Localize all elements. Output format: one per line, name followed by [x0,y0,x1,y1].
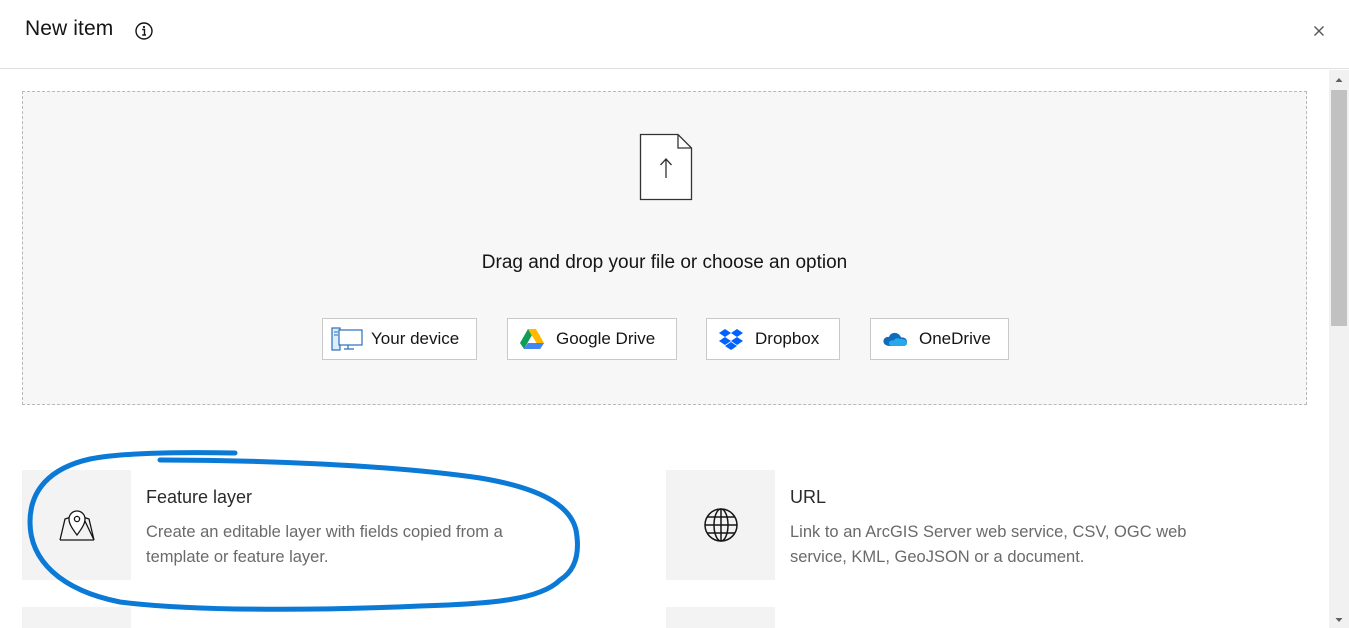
url-thumb [666,470,775,580]
item-type-url[interactable]: URL Link to an ArcGIS Server web service… [666,470,1226,582]
device-icon [323,319,371,359]
item-type-thumb-partial[interactable] [666,607,775,628]
dropbox-icon [707,319,755,359]
dialog-body: Drag and drop your file or choose an opt… [0,70,1327,628]
feature-layer-title: Feature layer [146,487,253,507]
info-icon[interactable] [134,21,154,41]
dialog-title: New item [25,17,114,40]
file-upload-icon [638,132,694,202]
dropbox-button[interactable]: Dropbox [706,318,840,360]
google-drive-button[interactable]: Google Drive [507,318,677,360]
google-drive-label: Google Drive [556,329,656,348]
dialog-header: New item [0,0,1349,69]
url-description: Link to an ArcGIS Server web service, CS… [790,523,1187,566]
dropzone-prompt: Drag and drop your file or choose an opt… [481,252,848,273]
globe-icon [703,508,738,542]
your-device-button[interactable]: Your device [322,318,477,360]
scrollbar-thumb[interactable] [1331,90,1347,326]
feature-layer-thumb [22,470,131,580]
onedrive-icon [871,319,919,359]
vertical-scrollbar[interactable] [1329,70,1349,628]
map-pin-layer-icon [58,510,95,541]
dropbox-label: Dropbox [755,329,820,348]
onedrive-button[interactable]: OneDrive [870,318,1009,360]
close-icon [1314,26,1324,36]
file-dropzone[interactable]: Drag and drop your file or choose an opt… [22,91,1307,405]
scroll-up-icon[interactable] [1333,74,1345,86]
feature-layer-description: Create an editable layer with fields cop… [146,523,503,566]
close-button[interactable] [1308,20,1330,42]
item-type-thumb-partial[interactable] [22,607,131,628]
google-drive-icon [508,319,556,359]
url-title: URL [790,487,827,507]
onedrive-label: OneDrive [919,329,991,348]
scroll-down-icon[interactable] [1333,614,1345,626]
your-device-label: Your device [371,329,460,348]
item-type-feature-layer[interactable]: Feature layer Create an editable layer w… [22,470,582,582]
